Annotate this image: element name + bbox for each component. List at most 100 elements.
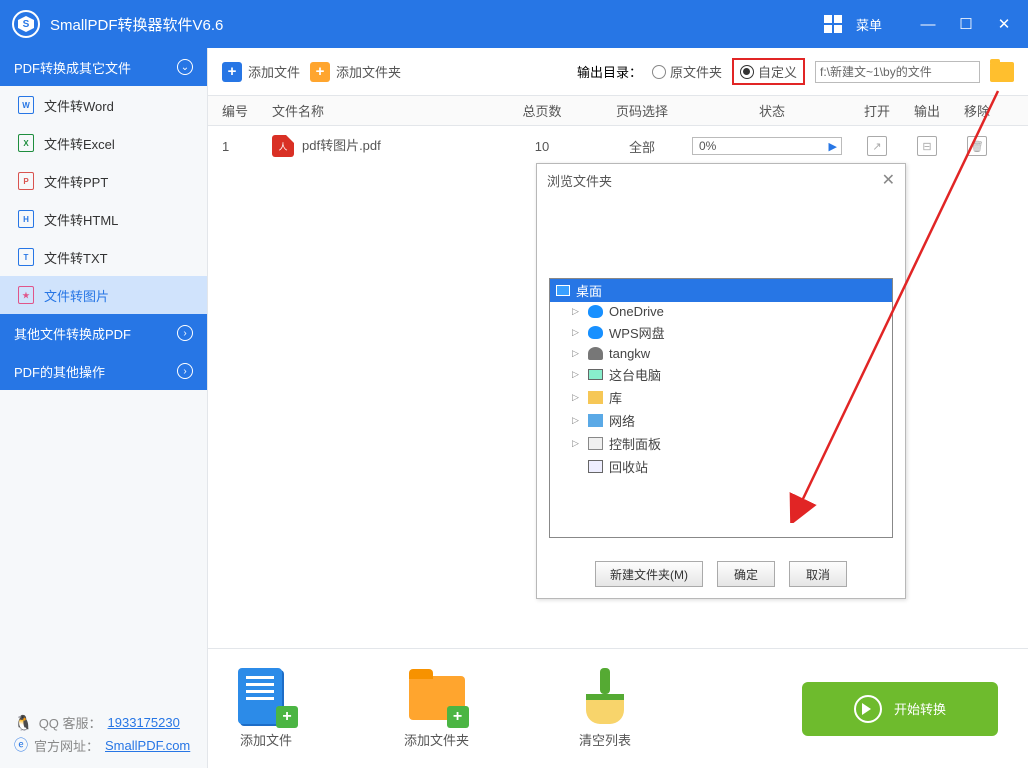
col-sel: 页码选择 [592,101,692,120]
open-icon[interactable]: ↗ [867,136,887,156]
cell-open: ↗ [852,136,902,156]
sidebar-item-label: 文件转PPT [44,172,108,191]
big-add-file[interactable]: + 添加文件 [238,668,294,749]
progress-bar[interactable]: 0% [692,137,842,155]
qq-link[interactable]: 1933175230 [108,715,180,730]
radio-label: 自定义 [758,62,797,81]
output-path-input[interactable] [815,61,980,83]
bin-icon [588,460,603,473]
dialog-close-button[interactable]: ✕ [882,170,895,190]
menu-grid-icon[interactable] [824,15,842,33]
add-folder-button[interactable]: +添加文件夹 [310,62,401,82]
minimize-button[interactable]: — [916,17,940,31]
cancel-button[interactable]: 取消 [789,561,847,587]
sidebar-item-excel[interactable]: X 文件转Excel [0,124,207,162]
cell-out: ⊟ [902,136,952,156]
add-file-label: 添加文件 [248,62,300,81]
tree-item[interactable]: 回收站 [550,455,892,478]
add-file-button[interactable]: + 添加文件 [222,62,300,82]
sidebar-item-image[interactable]: ★文件转图片 [0,276,207,314]
cell-del: 🗑 [952,136,1002,156]
cloud-icon [588,305,603,318]
sidebar-section-pdf-to-other[interactable]: PDF转换成其它文件 ⌄ [0,48,207,86]
col-open: 打开 [852,101,902,120]
app-title: SmallPDF转换器软件V6.6 [50,14,824,35]
brush-icon [580,668,630,724]
chevron-icon: ⌄ [177,59,193,75]
cell-status: 0% [692,137,852,155]
big-clear-list[interactable]: 清空列表 [579,668,631,749]
plus-badge-icon: + [276,706,298,728]
sidebar-item-word[interactable]: W 文件转Word [0,86,207,124]
desktop-icon [556,285,570,296]
lib-icon [588,391,603,404]
panel-icon [588,437,603,450]
sidebar-header-label: PDF的其他操作 [14,362,105,381]
dialog-title: 浏览文件夹 [547,171,612,190]
tree-item[interactable]: ▷库 [550,386,892,409]
expand-icon[interactable]: ▷ [572,369,582,380]
sidebar-item-txt[interactable]: T文件转TXT [0,238,207,276]
file-name: pdf转图片.pdf [302,138,381,153]
output-icon[interactable]: ⊟ [917,136,937,156]
sidebar-section-other-to-pdf[interactable]: 其他文件转换成PDF › [0,314,207,352]
col-num: 编号 [222,101,272,120]
new-folder-button[interactable]: 新建文件夹(M) [595,561,703,587]
col-status: 状态 [692,101,852,120]
tree-item[interactable]: ▷网络 [550,409,892,432]
plus-icon: + [222,62,242,82]
col-name: 文件名称 [272,101,492,120]
maximize-button[interactable]: ☐ [954,17,978,31]
table-row[interactable]: 1 人pdf转图片.pdf 10 全部 0% ↗ ⊟ 🗑 [208,126,1028,166]
big-add-folder[interactable]: + 添加文件夹 [404,668,469,749]
expand-icon[interactable]: ▷ [572,327,582,338]
expand-icon[interactable]: ▷ [572,306,582,317]
titlebar: S SmallPDF转换器软件V6.6 菜单 — ☐ ✕ [0,0,1028,48]
tree-item[interactable]: ▷WPS网盘 [550,321,892,344]
col-del: 移除 [952,101,1002,120]
main-area: +添加文件 +添加文件夹 输出目录： 原文件夹 自定义 编号 文件名称 总页数 … [208,48,1028,768]
delete-icon[interactable]: 🗑 [967,136,987,156]
sidebar-item-label: 文件转图片 [44,286,109,305]
pdf-icon: 人 [272,135,294,157]
tree-label: OneDrive [609,304,664,319]
tree-label: 桌面 [576,281,602,300]
expand-icon[interactable]: ▷ [572,415,582,426]
tree-item[interactable]: ▷控制面板 [550,432,892,455]
excel-icon: X [18,134,34,152]
col-out: 输出 [902,101,952,120]
expand-icon[interactable]: ▷ [572,392,582,403]
sidebar-item-label: 文件转Excel [44,134,115,153]
menu-label[interactable]: 菜单 [856,15,882,34]
browse-folder-dialog: 浏览文件夹 ✕ 桌面 ▷OneDrive▷WPS网盘▷tangkw▷这台电脑▷库… [536,163,906,599]
sidebar-item-ppt[interactable]: P文件转PPT [0,162,207,200]
radio-source-folder[interactable]: 原文件夹 [652,62,722,81]
sidebar-section-pdf-other[interactable]: PDF的其他操作 › [0,352,207,390]
expand-icon[interactable]: ▷ [572,348,582,359]
cloud-icon [588,326,603,339]
folder-tree[interactable]: 桌面 ▷OneDrive▷WPS网盘▷tangkw▷这台电脑▷库▷网络▷控制面板… [549,278,893,538]
sidebar-item-html[interactable]: H文件转HTML [0,200,207,238]
browse-folder-button[interactable] [990,62,1014,82]
sidebar-item-label: 文件转Word [44,96,114,115]
tree-item[interactable]: ▷这台电脑 [550,363,892,386]
radio-icon [740,65,754,79]
radio-custom[interactable]: 自定义 [740,62,797,81]
tree-item[interactable]: ▷tangkw [550,344,892,363]
close-button[interactable]: ✕ [992,17,1016,31]
table-header: 编号 文件名称 总页数 页码选择 状态 打开 输出 移除 [208,96,1028,126]
cell-sel[interactable]: 全部 [592,137,692,156]
cell-num: 1 [222,139,272,154]
word-icon: W [18,96,34,114]
play-icon [854,695,882,723]
col-pages: 总页数 [492,101,592,120]
toolbar: +添加文件 +添加文件夹 输出目录： 原文件夹 自定义 [208,48,1028,96]
tree-item[interactable]: ▷ OneDrive [550,302,892,321]
expand-icon[interactable]: ▷ [572,438,582,449]
start-convert-button[interactable]: 开始转换 [802,682,998,736]
person-icon [588,347,603,360]
tree-root-desktop[interactable]: 桌面 [550,279,892,302]
site-link[interactable]: SmallPDF.com [105,738,190,753]
ok-button[interactable]: 确定 [717,561,775,587]
tree-label: 库 [609,388,622,407]
